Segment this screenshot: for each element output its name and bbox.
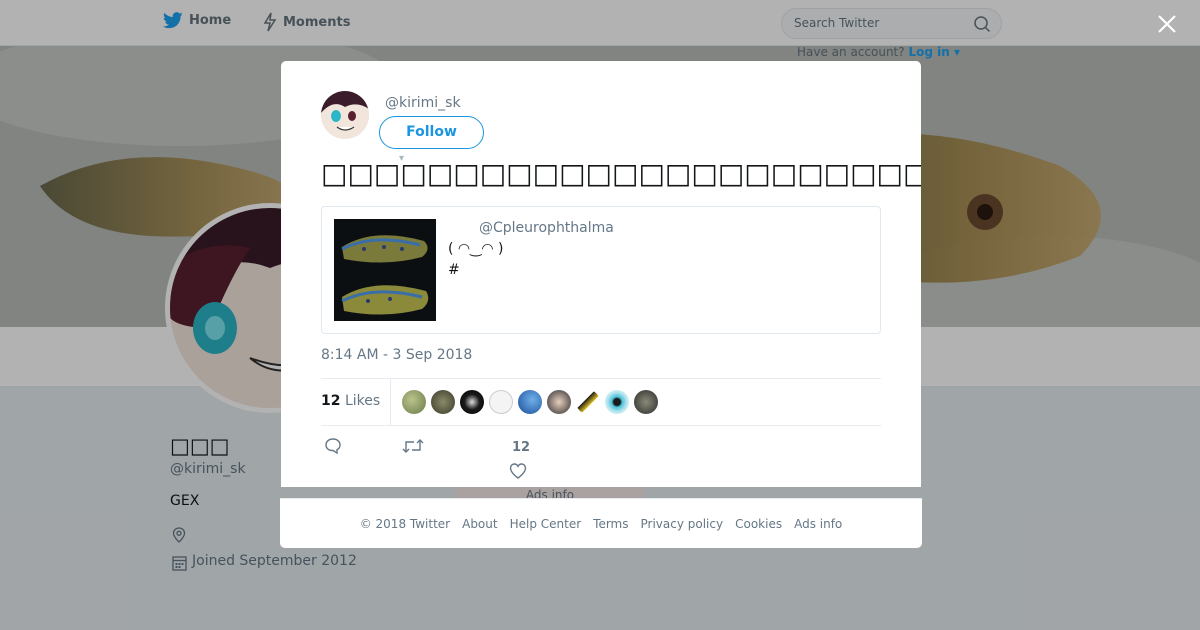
liker-avatar[interactable] bbox=[402, 390, 426, 414]
quoted-tweet-image[interactable] bbox=[334, 219, 436, 321]
quoted-tweet-handle[interactable]: @Cpleurophthalma bbox=[479, 220, 614, 236]
follow-button[interactable]: Follow bbox=[379, 116, 484, 149]
footer-privacy-link[interactable]: Privacy policy bbox=[641, 517, 724, 531]
tweet-stats: 12 Likes bbox=[321, 378, 881, 426]
quoted-tweet[interactable]: @Cpleurophthalma ( ◠‿◠ ) # bbox=[321, 206, 881, 334]
likes-label: Likes bbox=[344, 393, 381, 409]
footer-about-link[interactable]: About bbox=[462, 517, 497, 531]
like-action-count: 12 bbox=[512, 440, 531, 455]
quoted-tweet-text-line2: # bbox=[448, 262, 460, 278]
stats-divider bbox=[390, 379, 391, 425]
footer-ads-link[interactable]: Ads info bbox=[794, 517, 842, 531]
footer-terms-link[interactable]: Terms bbox=[593, 517, 628, 531]
liker-avatar[interactable] bbox=[489, 390, 513, 414]
tweet-text: □□□□□□□□□□□□□□□□□□□□□□□□□□□□□□□□□ bbox=[321, 157, 921, 190]
tweet-author-handle[interactable]: @kirimi_sk bbox=[385, 95, 461, 111]
liker-avatar[interactable] bbox=[634, 390, 658, 414]
liker-avatar[interactable] bbox=[605, 390, 629, 414]
retweet-icon[interactable] bbox=[402, 437, 424, 455]
footer-copyright: © 2018 Twitter bbox=[359, 516, 451, 531]
anime-avatar-small bbox=[321, 91, 369, 139]
quoted-tweet-text-line1: ( ◠‿◠ ) bbox=[448, 241, 504, 257]
footer-help-link[interactable]: Help Center bbox=[510, 517, 582, 531]
liker-avatars bbox=[402, 390, 658, 414]
tweet-timestamp[interactable]: 8:14 AM - 3 Sep 2018 bbox=[321, 347, 472, 363]
tweet-modal: @kirimi_sk Follow ▾ □□□□□□□□□□□□□□□□□□□□… bbox=[281, 61, 921, 487]
close-icon[interactable] bbox=[1155, 12, 1179, 36]
tweet-author-avatar[interactable] bbox=[321, 91, 369, 139]
liker-avatar[interactable] bbox=[431, 390, 455, 414]
liker-avatar[interactable] bbox=[547, 390, 571, 414]
fish-photo bbox=[334, 219, 436, 321]
reply-icon[interactable] bbox=[324, 437, 342, 455]
footer-cookies-link[interactable]: Cookies bbox=[735, 517, 782, 531]
likes-count: 12 bbox=[321, 393, 341, 409]
likes-stat[interactable]: 12 Likes bbox=[321, 393, 380, 409]
liker-avatar[interactable] bbox=[518, 390, 542, 414]
heart-icon[interactable] bbox=[509, 463, 527, 479]
liker-avatar[interactable] bbox=[576, 390, 600, 414]
liker-avatar[interactable] bbox=[460, 390, 484, 414]
modal-footer: © 2018 Twitter About Help Center Terms P… bbox=[280, 498, 922, 548]
